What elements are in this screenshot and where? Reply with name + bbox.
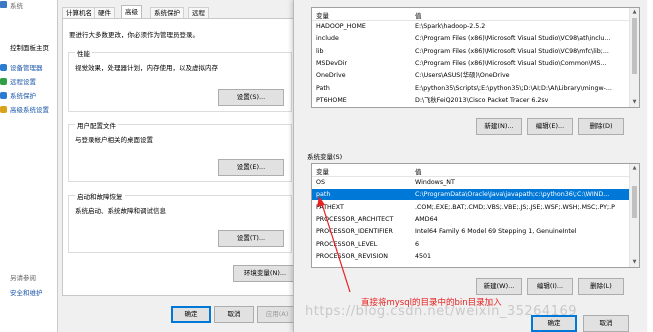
watermark: https://blog.csdn.net/weixin_35264169 xyxy=(305,304,578,319)
annotation-arrow xyxy=(317,196,351,293)
